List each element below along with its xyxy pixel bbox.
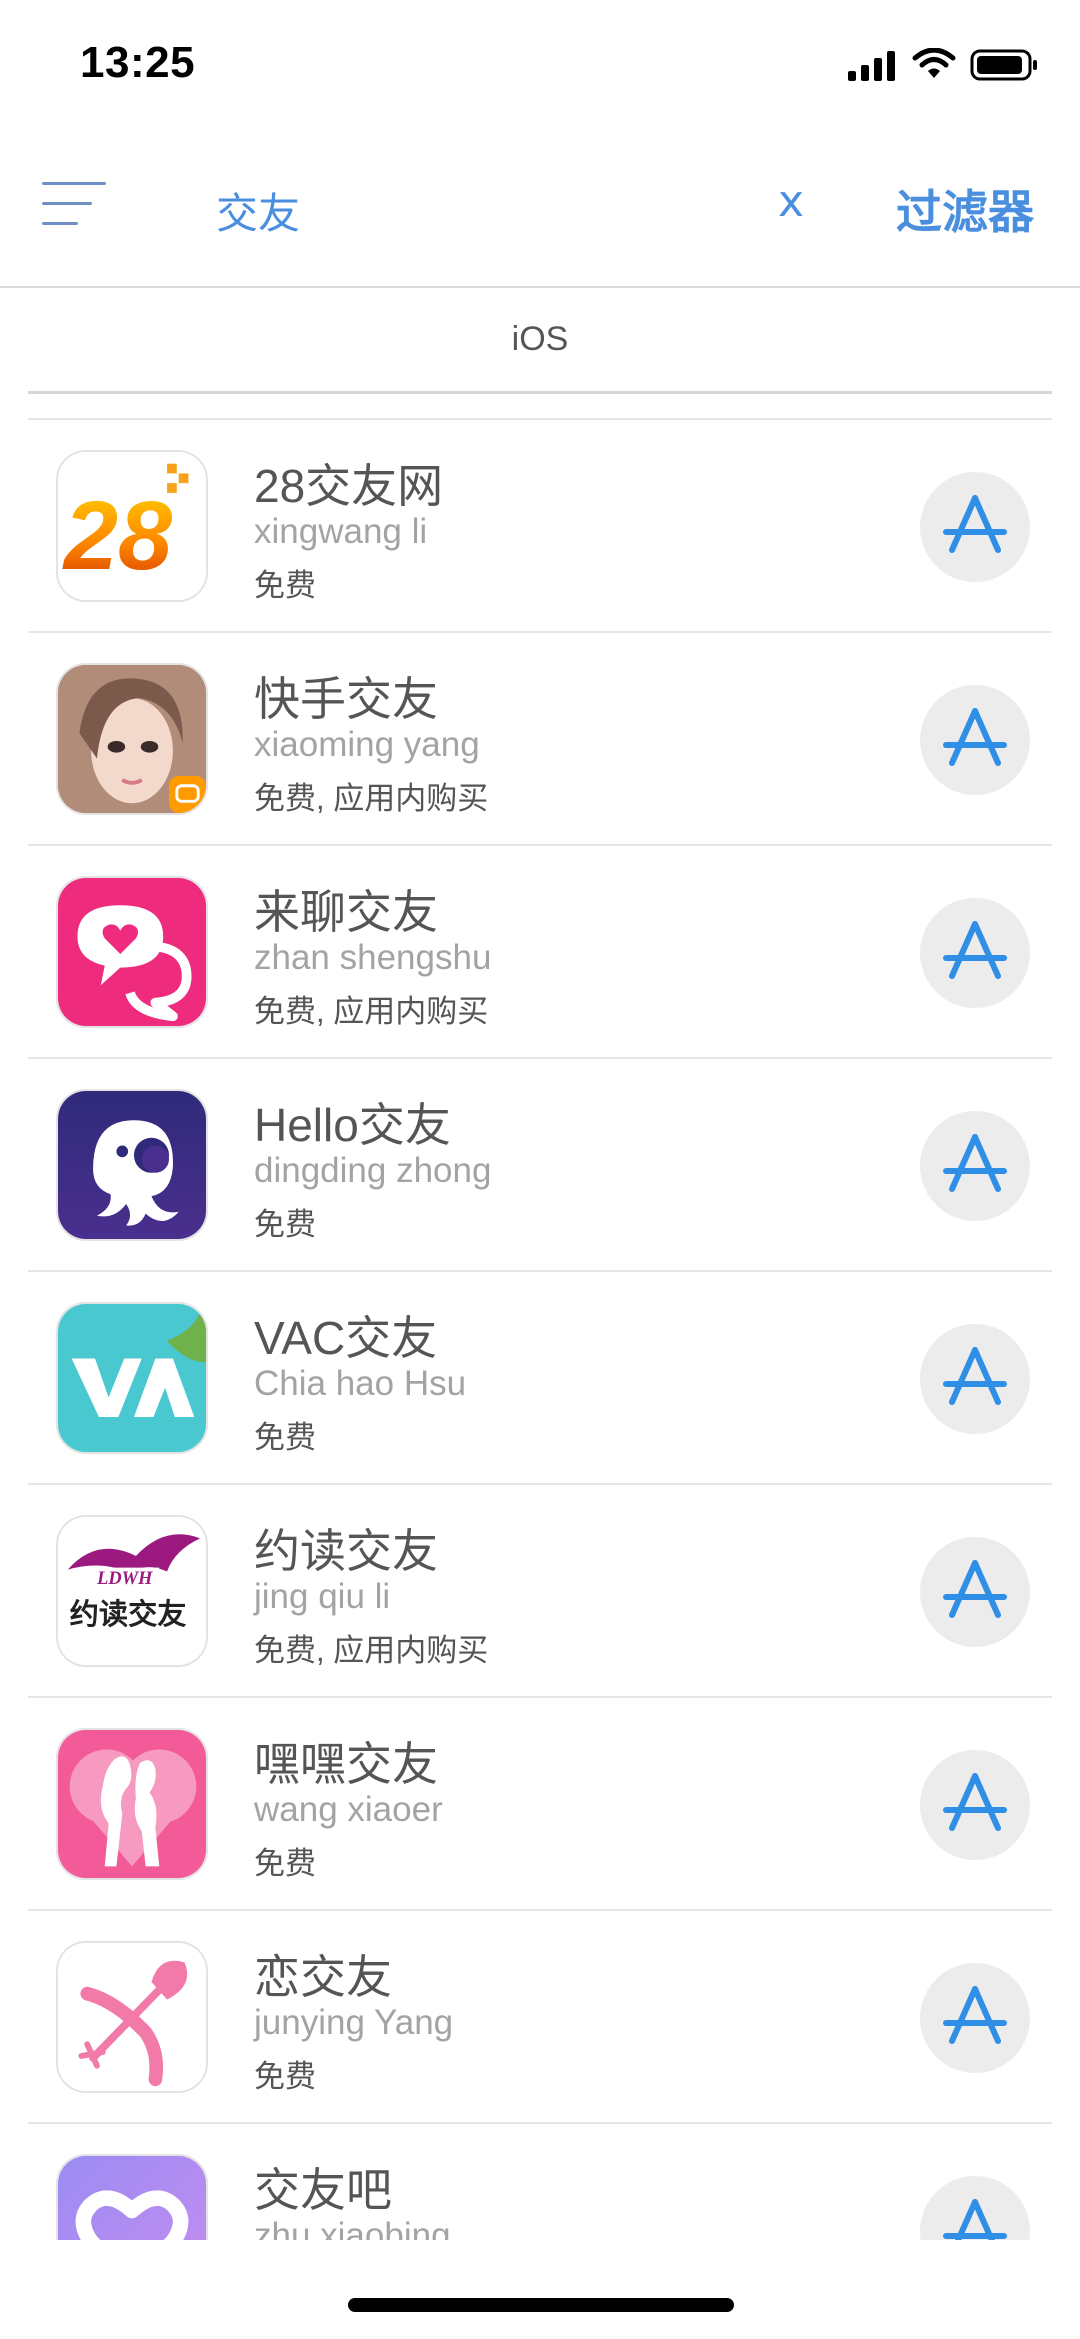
app-name: 约读交友	[254, 1525, 438, 1577]
app-price: 免费, 应用内购买	[254, 781, 489, 816]
va-letters-icon	[56, 1302, 208, 1454]
app-developer: zhan shengshu	[254, 938, 492, 977]
28-logo-icon: 28	[56, 450, 208, 602]
clear-search-button[interactable]: x	[778, 176, 804, 227]
cupid-bow-icon	[56, 1941, 208, 2093]
app-developer: junying Yang	[254, 2003, 454, 2042]
app-price: 免费	[254, 568, 316, 603]
list-item[interactable]: Hello交友 dingding zhong 免费	[28, 1059, 1052, 1272]
app-developer: zhu xiaobing	[254, 2216, 451, 2240]
app-price: 免费, 应用内购买	[254, 1633, 489, 1668]
app-list: 28 28交友网 xingwang li 免费 快手交友 xiaoming ya…	[28, 418, 1052, 2240]
heart-chat-bubble-icon	[56, 876, 208, 1028]
app-store-button[interactable]	[920, 472, 1030, 582]
app-store-button[interactable]	[920, 898, 1030, 1008]
app-name: 快手交友	[254, 673, 438, 725]
home-indicator[interactable]	[348, 2298, 734, 2312]
app-developer: wang xiaoer	[254, 1790, 443, 1829]
top-navigation: 交友 x 过滤器	[0, 130, 1080, 288]
platform-tab-bar: iOS	[28, 290, 1052, 394]
app-price: 免费	[254, 1420, 316, 1455]
wifi-icon	[912, 48, 956, 78]
list-item[interactable]: 28 28交友网 xingwang li 免费	[28, 420, 1052, 633]
ldwh-logo-icon: LDWH 约读交友	[56, 1515, 208, 1667]
list-item[interactable]: 交友吧 zhu xiaobing	[28, 2124, 1052, 2240]
filter-button[interactable]: 过滤器	[896, 176, 1034, 242]
kissing-couple-icon	[56, 1728, 208, 1880]
hamburger-menu-icon[interactable]	[42, 182, 112, 238]
app-store-icon	[943, 1134, 1007, 1192]
app-price: 免费	[254, 2059, 316, 2094]
app-price: 免费	[254, 1207, 316, 1242]
app-store-icon	[943, 1986, 1007, 2044]
battery-icon	[970, 49, 1037, 81]
list-item[interactable]: 嘿嘿交友 wang xiaoer 免费	[28, 1698, 1052, 1911]
app-developer: xingwang li	[254, 512, 428, 551]
app-store-button[interactable]	[920, 1111, 1030, 1221]
app-store-button[interactable]	[920, 2176, 1030, 2240]
app-name: 恋交友	[254, 1951, 392, 2003]
list-item[interactable]: VAC交友 Chia hao Hsu 免费	[28, 1272, 1052, 1485]
ldwh-logo-caption: 约读交友	[70, 1597, 188, 1631]
app-store-icon	[943, 708, 1007, 766]
app-store-icon	[943, 1560, 1007, 1618]
list-item[interactable]: 来聊交友 zhan shengshu 免费, 应用内购买	[28, 846, 1052, 1059]
app-screen: 13:25 交友 x 过滤器 iOS 28 28交友网 xingwang li …	[0, 0, 1080, 2339]
app-developer: xiaoming yang	[254, 725, 480, 764]
app-store-button[interactable]	[920, 1750, 1030, 1860]
app-store-button[interactable]	[920, 685, 1030, 795]
svg-text:28: 28	[62, 481, 172, 590]
tab-ios[interactable]: iOS	[28, 320, 1052, 359]
app-name: 来聊交友	[254, 886, 438, 938]
app-store-icon	[943, 1347, 1007, 1405]
list-item[interactable]: 快手交友 xiaoming yang 免费, 应用内购买	[28, 633, 1052, 846]
app-name: VAC交友	[254, 1312, 438, 1364]
app-price: 免费, 应用内购买	[254, 994, 489, 1029]
app-name: 嘿嘿交友	[254, 1738, 438, 1790]
app-store-button[interactable]	[920, 1537, 1030, 1647]
app-store-icon	[943, 2199, 1007, 2240]
app-price: 免费	[254, 1846, 316, 1881]
app-developer: jing qiu li	[254, 1577, 391, 1616]
app-store-icon	[943, 1773, 1007, 1831]
app-developer: Chia hao Hsu	[254, 1364, 467, 1403]
bottom-safe-area	[0, 2240, 1080, 2339]
octopus-icon	[56, 1089, 208, 1241]
app-name: Hello交友	[254, 1099, 451, 1151]
app-store-button[interactable]	[920, 1324, 1030, 1434]
app-store-icon	[943, 921, 1007, 979]
app-store-icon	[943, 495, 1007, 553]
portrait-photo-icon	[56, 663, 208, 815]
app-store-button[interactable]	[920, 1963, 1030, 2073]
status-icons	[846, 48, 1040, 82]
list-item[interactable]: LDWH 约读交友 约读交友 jing qiu li 免费, 应用内购买	[28, 1485, 1052, 1698]
status-time: 13:25	[80, 38, 196, 87]
heart-outline-icon	[56, 2154, 208, 2240]
app-name: 交友吧	[254, 2164, 392, 2216]
search-query[interactable]: 交友	[216, 180, 300, 241]
ldwh-logo-text: LDWH	[96, 1569, 153, 1589]
app-developer: dingding zhong	[254, 1151, 492, 1190]
cellular-signal-icon	[848, 51, 895, 81]
app-name: 28交友网	[254, 460, 444, 512]
status-bar: 13:25	[0, 0, 1080, 130]
list-item[interactable]: 恋交友 junying Yang 免费	[28, 1911, 1052, 2124]
